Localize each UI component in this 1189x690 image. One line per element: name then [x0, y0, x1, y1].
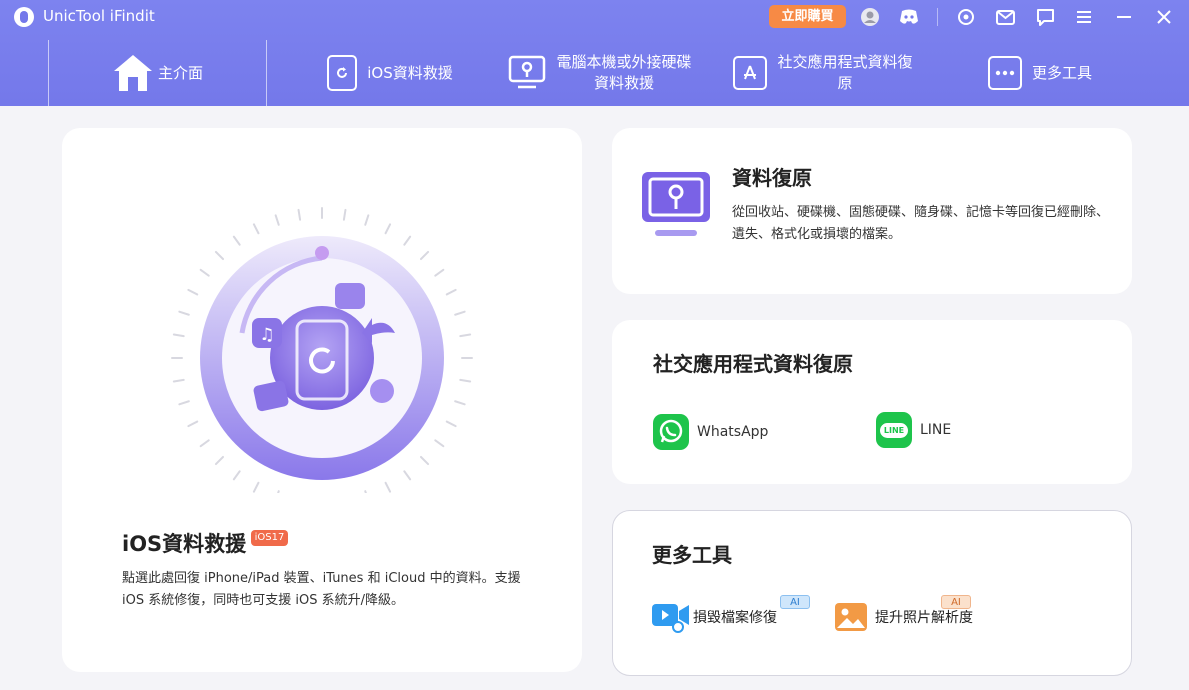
settings-icon[interactable]: [955, 6, 977, 28]
decorative-tick: [252, 223, 260, 235]
decorative-tick: [199, 268, 210, 277]
decorative-tick: [364, 490, 367, 493]
decorative-tick: [454, 310, 466, 316]
minimize-icon[interactable]: [1113, 6, 1135, 28]
feedback-icon[interactable]: [1034, 6, 1056, 28]
decorative-tick: [419, 250, 430, 261]
line-button[interactable]: LINE LINE: [876, 412, 951, 448]
menu-icon[interactable]: [1073, 6, 1095, 28]
ios-recovery-illustration: ♫: [171, 207, 473, 493]
svg-text:♫: ♫: [259, 325, 274, 345]
nav-home[interactable]: 主介面: [48, 40, 267, 106]
more-tools-title: 更多工具: [652, 543, 732, 567]
app-logo-icon: [14, 7, 34, 27]
decorative-tick: [419, 455, 430, 466]
line-icon: LINE: [876, 412, 912, 448]
social-recovery-title: 社交應用程式資料復原: [653, 352, 853, 376]
more-dots-icon: [987, 56, 1022, 90]
main-nav: 主介面 iOS資料救援 電腦本機或外接硬碟 資料救援 社交應用程式資料復 原 更…: [0, 40, 1189, 106]
line-label: LINE: [920, 422, 952, 438]
whatsapp-label: WhatsApp: [697, 424, 769, 440]
decorative-tick: [277, 490, 280, 493]
decorative-tick: [434, 439, 445, 448]
computer-recovery-icon: [642, 172, 710, 236]
decorative-tick: [384, 223, 392, 235]
file-repair-ai-tag: AI: [780, 595, 810, 609]
monitor-icon: [509, 55, 546, 89]
decorative-tick: [214, 455, 225, 466]
decorative-tick: [403, 470, 412, 481]
mail-icon[interactable]: [994, 6, 1016, 28]
header: UnicTool iFindit 立即購買 主介面 iOS資料救援 電腦本機或外…: [0, 0, 1189, 106]
ios17-badge: iOS17: [251, 530, 288, 546]
decorative-tick: [199, 439, 210, 448]
nav-ios-recovery[interactable]: iOS資料救援: [300, 40, 480, 106]
nav-social-recovery[interactable]: 社交應用程式資料復 原: [713, 40, 933, 106]
decorative-tick: [342, 208, 347, 221]
whatsapp-button[interactable]: WhatsApp: [653, 414, 768, 450]
nav-computer-recovery[interactable]: 電腦本機或外接硬碟 資料救援: [490, 40, 710, 106]
decorative-tick: [454, 400, 466, 406]
photo-enhance-label: 提升照片解析度: [875, 610, 973, 626]
nav-more-tools[interactable]: 更多工具: [965, 40, 1115, 106]
decorative-tick: [187, 420, 199, 428]
decorative-tick: [187, 288, 199, 296]
app-title: UnicTool iFindit: [43, 7, 155, 25]
decorative-tick: [232, 235, 241, 246]
photo-enhance-ai-tag: AI: [941, 595, 971, 609]
close-icon[interactable]: [1153, 6, 1175, 28]
data-recovery-card[interactable]: 資料復原 從回收站、硬碟機、固態硬碟、隨身碟、記憶卡等回復已經刪除、遺失、格式化…: [612, 128, 1132, 294]
decorative-tick: [178, 310, 190, 316]
decorative-tick: [434, 268, 445, 277]
decorative-tick: [172, 378, 185, 383]
decorative-tick: [232, 470, 241, 481]
decorative-tick: [459, 333, 472, 338]
file-repair-label: 損毀檔案修復: [693, 610, 777, 626]
buy-now-button[interactable]: 立即購買: [769, 5, 846, 28]
decorative-tick: [384, 481, 392, 493]
ios-refresh-icon: [327, 55, 358, 91]
decorative-tick: [459, 378, 472, 383]
decorative-tick: [274, 214, 280, 226]
more-tools-card: 更多工具 損毀檔案修復 AI 提升照片解析度 AI: [612, 510, 1132, 676]
ios-recovery-description: 點選此處回復 iPhone/iPad 裝置、iTunes 和 iCloud 中的…: [122, 571, 521, 608]
photo-enhance-icon: [835, 603, 867, 631]
ios-recovery-title: iOS資料救援: [122, 532, 247, 556]
file-repair-tool[interactable]: 損毀檔案修復: [651, 601, 777, 633]
account-icon[interactable]: [859, 6, 881, 28]
video-repair-icon: [652, 604, 689, 633]
decorative-tick: [403, 235, 412, 246]
ios-recovery-card[interactable]: ♫ iOS資料救援 iOS17 點選此處回復 iPhone/iPad 裝置、iT…: [62, 128, 582, 672]
decorative-tick: [297, 208, 302, 221]
titlebar-divider: [937, 8, 938, 26]
decorative-tick: [172, 333, 185, 338]
title-bar: UnicTool iFindit 立即購買: [0, 0, 1189, 34]
decorative-tick: [445, 420, 457, 428]
whatsapp-icon: [653, 414, 689, 450]
home-icon: [113, 55, 152, 91]
decorative-tick: [214, 250, 225, 261]
decorative-tick: [445, 288, 457, 296]
decorative-tick: [252, 481, 260, 493]
social-recovery-card: 社交應用程式資料復原 WhatsApp LINE LINE: [612, 320, 1132, 484]
decorative-tick: [178, 400, 190, 406]
data-recovery-description: 從回收站、硬碟機、固態硬碟、隨身碟、記憶卡等回復已經刪除、遺失、格式化或損壞的檔…: [732, 205, 1110, 242]
data-recovery-title: 資料復原: [732, 166, 812, 190]
discord-icon[interactable]: [898, 6, 920, 28]
app-store-icon: [733, 56, 768, 90]
decorative-tick: [364, 214, 370, 226]
